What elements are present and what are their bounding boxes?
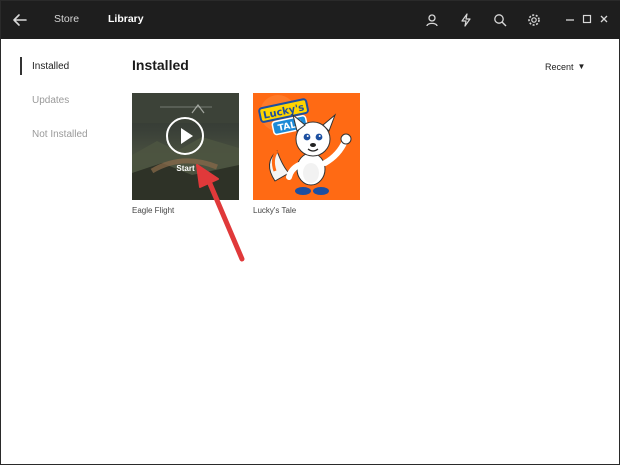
lightning-icon[interactable] [459,13,473,27]
maximize-icon[interactable] [581,12,593,26]
app-window: Store Library Installed Updates Not Inst… [0,0,620,465]
user-icon[interactable] [425,13,439,27]
game-title-eagle-flight[interactable]: Eagle Flight [132,206,174,215]
page-title: Installed [132,57,189,73]
annotation-arrow-icon [196,164,245,262]
game-title-luckys-tale[interactable]: Lucky's Tale [253,206,296,215]
game-tile-luckys-tale[interactable]: Lucky's TALE [253,93,360,200]
nav-store[interactable]: Store [54,13,79,25]
minimize-icon[interactable] [564,12,576,26]
luckys-tale-logo: Lucky's TALE [253,93,360,200]
sidebar-item-installed[interactable]: Installed [32,61,69,72]
play-icon [181,128,193,144]
nav-library[interactable]: Library [108,13,144,25]
sidebar-item-updates[interactable]: Updates [32,95,69,106]
sort-dropdown[interactable]: Recent ▼ [545,62,585,72]
back-arrow-icon[interactable] [11,11,29,29]
sidebar-item-not-installed[interactable]: Not Installed [32,129,88,140]
title-bar: Store Library [1,1,620,39]
game-tile-eagle-flight[interactable]: Start [132,93,239,200]
search-icon[interactable] [493,13,507,27]
start-label[interactable]: Start [132,164,239,173]
gear-icon[interactable] [527,13,541,27]
play-button[interactable] [166,117,204,155]
sort-label: Recent [545,62,574,72]
sidebar-selection-indicator [20,57,22,75]
close-icon[interactable] [598,12,610,26]
chevron-down-icon: ▼ [577,62,586,71]
